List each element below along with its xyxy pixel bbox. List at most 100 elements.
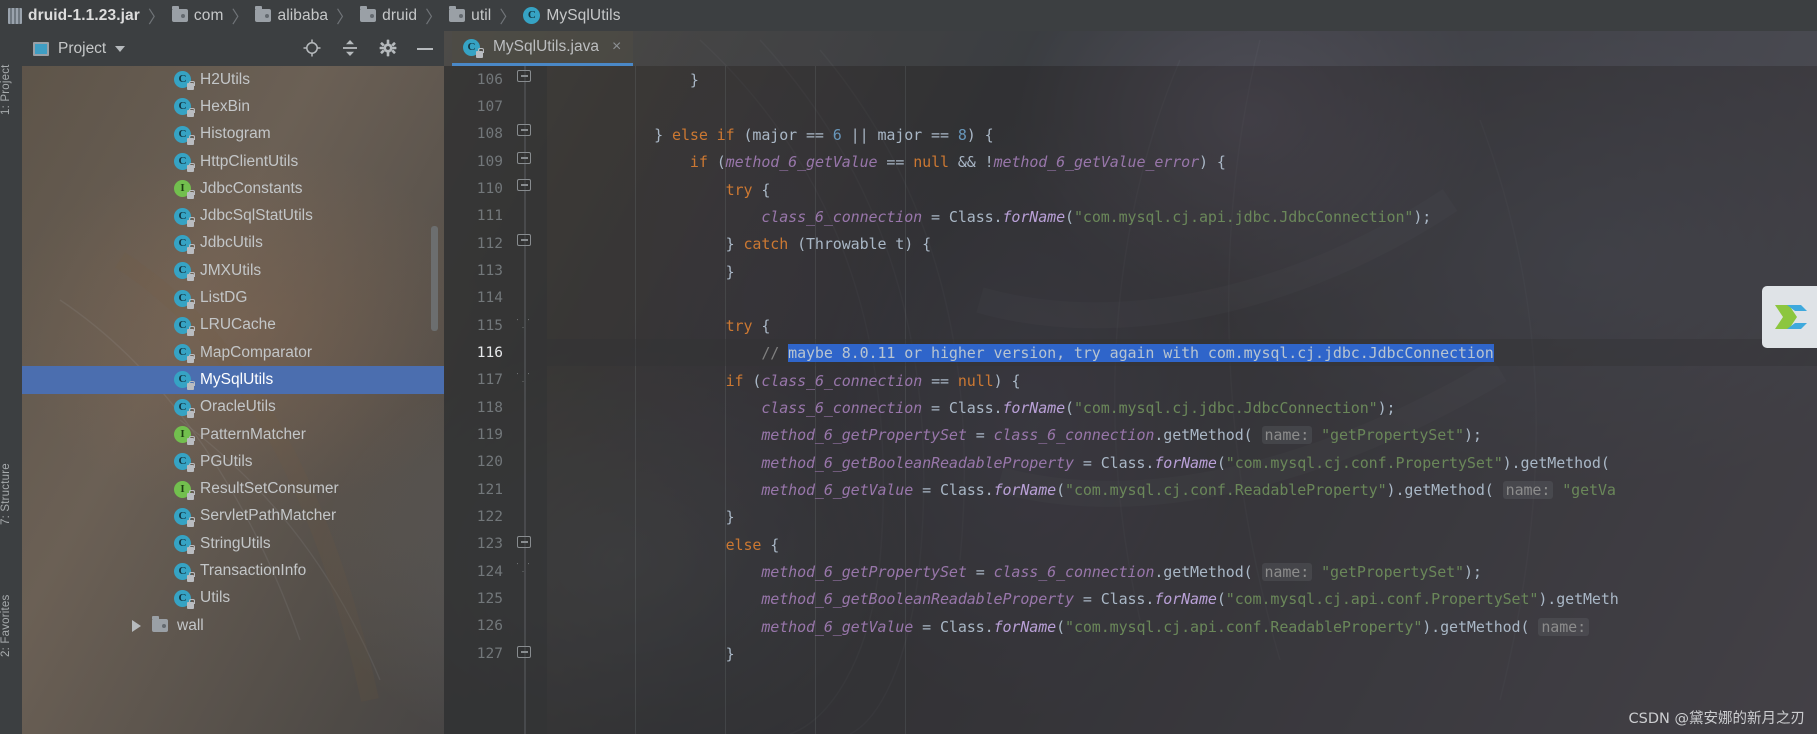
breadcrumb-item-druid[interactable]: druid [360, 0, 417, 31]
line-number: 107 [476, 99, 503, 115]
code-line-108: } else if (major == 6 || major == 8) { [547, 125, 994, 144]
line-number: 109 [476, 154, 503, 170]
breadcrumb-item-jar[interactable]: druid-1.1.23.jar [8, 0, 140, 31]
floating-notification-badge[interactable] [1762, 286, 1817, 348]
breadcrumb-item-util[interactable]: util [449, 0, 491, 31]
line-number: 117 [476, 372, 503, 388]
editor-gutter[interactable]: 106 107 108 109 110 111 112 113 114 115 … [444, 66, 547, 734]
code-line-116: // maybe 8.0.11 or higher version, try a… [547, 339, 1817, 367]
tree-item-stringutils[interactable]: C StringUtils [22, 530, 444, 557]
breadcrumb-label: MySqlUtils [546, 6, 621, 24]
code-line-120: method_6_getBooleanReadableProperty = Cl… [761, 453, 1610, 472]
chevron-right-icon[interactable] [132, 619, 141, 632]
class-icon: C [174, 344, 195, 364]
code-text-layer[interactable]: } } else if (major == 6 || major == 8) {… [547, 66, 1817, 734]
fold-marker[interactable] [517, 124, 533, 140]
tree-item-jdbcutils[interactable]: C JdbcUtils [22, 230, 444, 257]
code-line-126: method_6_getValue = Class. forName("com.m… [547, 613, 1590, 640]
tree-item-label: LRUCache [200, 316, 276, 334]
fold-marker-end[interactable] [517, 563, 533, 579]
tree-item-resultsetconsumer[interactable]: I ResultSetConsumer [22, 476, 444, 503]
code-line-112: } catch (Throwable t) { [547, 234, 932, 253]
chevron-badge-icon [1774, 305, 1807, 329]
tree-item-label: JdbcUtils [200, 234, 263, 252]
gear-icon-svg [379, 39, 397, 57]
fold-marker-end[interactable] [517, 319, 533, 335]
line-number: 127 [476, 646, 503, 662]
code-line-121: method_6_getValue = Class. forName("com.m… [761, 480, 1616, 499]
tree-item-oracleutils[interactable]: C OracleUtils [22, 394, 444, 421]
tool-window-button-structure[interactable]: 7: Structure [0, 433, 22, 529]
tree-item-utils[interactable]: C Utils [22, 585, 444, 612]
code-line-117: if (class_6_connection == null) { [725, 371, 1021, 390]
tree-item-pgutils[interactable]: C PGUtils [22, 448, 444, 475]
lock-badge-icon [187, 380, 195, 391]
lock-badge-icon [187, 299, 195, 309]
tree-item-lrucache[interactable]: C LRUCache [22, 312, 444, 339]
tree-item-patternmatcher[interactable]: I PatternMatcher [22, 421, 444, 448]
breadcrumb-separator-icon: 〉 [147, 8, 165, 27]
tree-item-label: TransactionInfo [200, 562, 307, 580]
fold-marker[interactable] [517, 70, 533, 86]
editor-tab-bar: C MySqlUtils.java × [444, 31, 1817, 66]
project-panel-toolbar [303, 31, 436, 66]
tree-item-hexbin[interactable]: C HexBin [22, 93, 444, 120]
tree-item-wall[interactable]: wall [22, 612, 444, 639]
collapse-all-icon[interactable] [341, 39, 360, 58]
lock-badge-icon [187, 435, 195, 446]
class-icon: C [174, 589, 195, 609]
folder-icon [255, 6, 272, 22]
tree-item-mysqlutils[interactable]: C MySqlUtils [22, 366, 444, 394]
tree-item-label: H2Utils [200, 70, 250, 88]
chevron-down-icon[interactable] [115, 45, 126, 52]
minimize-icon[interactable] [417, 39, 436, 58]
fold-marker-end[interactable] [517, 373, 533, 389]
project-tree[interactable]: C H2Utils C HexBin C Histogram C HttpClientU… [22, 66, 444, 734]
close-icon[interactable]: × [612, 39, 621, 55]
locate-icon-svg [303, 39, 321, 57]
fold-marker[interactable] [517, 234, 533, 250]
breadcrumb-item-com[interactable]: com [171, 0, 224, 31]
class-icon: C [174, 71, 195, 91]
tree-item-httpclientutils[interactable]: C HttpClientUtils [22, 148, 444, 175]
class-icon: C [463, 38, 484, 58]
lock-badge-icon [187, 135, 195, 145]
lock-badge-icon [187, 271, 195, 282]
code-editor[interactable]: 106 107 108 109 110 111 112 113 114 115 … [444, 66, 1817, 734]
tree-item-mapcomparator[interactable]: C MapComparator [22, 339, 444, 366]
fold-marker[interactable] [517, 179, 533, 195]
tree-item-label: wall [177, 616, 204, 634]
tool-window-button-project[interactable]: 1: Project [0, 33, 22, 119]
class-icon: C [174, 316, 195, 336]
tree-item-transactioninfo[interactable]: C TransactionInfo [22, 557, 444, 584]
fold-marker[interactable] [517, 152, 533, 168]
fold-marker[interactable] [517, 536, 533, 552]
line-number: 119 [476, 427, 503, 443]
gear-icon[interactable] [379, 39, 398, 58]
left-tool-strip: 1: Project 7: Structure 2: Favorites [0, 31, 22, 734]
tree-item-jmxutils[interactable]: C JMXUtils [22, 257, 444, 284]
tree-item-servletpathmatcher[interactable]: C ServletPathMatcher [22, 503, 444, 530]
lock-badge-icon [187, 107, 195, 118]
tree-item-jdbcsqlstatutils[interactable]: C JdbcSqlStatUtils [22, 203, 444, 230]
class-icon: C [523, 7, 541, 24]
tree-item-histogram[interactable]: C Histogram [22, 121, 444, 148]
breadcrumb-item-mysqlutils[interactable]: C MySqlUtils [523, 0, 620, 31]
tree-item-listdg[interactable]: C ListDG [22, 284, 444, 311]
breadcrumb-item-alibaba[interactable]: alibaba [255, 0, 328, 31]
tree-item-h2utils[interactable]: C H2Utils [22, 66, 444, 93]
project-title-group[interactable]: Project [22, 40, 126, 58]
project-window-icon [33, 41, 49, 56]
line-number: 106 [476, 72, 503, 88]
line-number: 110 [476, 181, 503, 197]
tab-mysqlutils-java[interactable]: C MySqlUtils.java × [452, 31, 634, 66]
tree-item-label: JdbcSqlStatUtils [200, 207, 313, 225]
tree-item-label: HttpClientUtils [200, 152, 299, 170]
line-number: 125 [476, 591, 503, 607]
tool-window-button-favorites[interactable]: 2: Favorites [0, 571, 22, 661]
lock-badge-icon [187, 490, 195, 500]
lock-badge-icon [187, 462, 195, 473]
fold-marker[interactable] [517, 646, 533, 662]
tree-item-jdbcconstants[interactable]: I JdbcConstants [22, 175, 444, 202]
locate-icon[interactable] [303, 39, 322, 58]
